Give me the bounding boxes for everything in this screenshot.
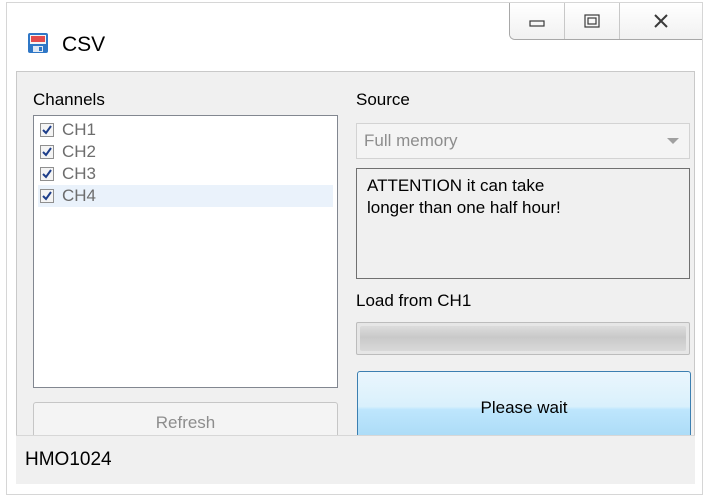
attention-line-2: longer than one half hour! (367, 198, 561, 217)
title-bar: CSV (7, 3, 702, 73)
close-icon (654, 14, 668, 28)
source-selected-value: Full memory (364, 131, 458, 150)
please-wait-button[interactable]: Please wait (357, 371, 691, 445)
attention-line-1: ATTENTION it can take (367, 176, 545, 195)
restore-button[interactable] (565, 3, 620, 39)
checkbox-ch4[interactable] (40, 189, 54, 203)
csv-window: CSV Channels CH1 CH2 CH3 CH4 Refresh Sou… (6, 2, 703, 495)
channels-list[interactable]: CH1 CH2 CH3 CH4 (33, 115, 338, 388)
progress-track (360, 326, 686, 351)
source-dropdown[interactable]: Full memory (356, 123, 690, 159)
channel-label: CH1 (62, 120, 97, 139)
channels-label: Channels (33, 90, 105, 109)
csv-file-icon (28, 33, 48, 53)
channel-label: CH2 (62, 142, 97, 161)
checkbox-ch3[interactable] (40, 167, 54, 181)
attention-message-box: ATTENTION it can take longer than one ha… (356, 168, 690, 279)
channel-label: CH3 (62, 164, 97, 183)
checkmark-icon (42, 169, 52, 179)
restore-icon (584, 14, 600, 28)
channel-item-ch2[interactable]: CH2 (38, 141, 333, 163)
channel-item-ch1[interactable]: CH1 (38, 119, 333, 141)
minimize-icon (529, 20, 545, 27)
checkmark-icon (42, 147, 52, 157)
window-title: CSV (62, 33, 106, 56)
channel-item-ch4[interactable]: CH4 (38, 185, 333, 207)
load-progress-bar (356, 322, 690, 355)
client-area: Channels CH1 CH2 CH3 CH4 Refresh Source … (16, 71, 695, 484)
minimize-button[interactable] (510, 3, 565, 39)
source-label: Source (356, 90, 410, 109)
chevron-down-icon (667, 138, 679, 144)
caption-buttons (509, 3, 702, 40)
checkbox-ch1[interactable] (40, 123, 54, 137)
checkmark-icon (42, 191, 52, 201)
load-label: Load from CH1 (356, 291, 472, 310)
channel-label: CH4 (62, 186, 97, 205)
checkmark-icon (42, 125, 52, 135)
status-bar: HMO1024 (16, 435, 695, 484)
close-button[interactable] (620, 3, 702, 39)
device-name: HMO1024 (25, 449, 112, 470)
checkbox-ch2[interactable] (40, 145, 54, 159)
channel-item-ch3[interactable]: CH3 (38, 163, 333, 185)
